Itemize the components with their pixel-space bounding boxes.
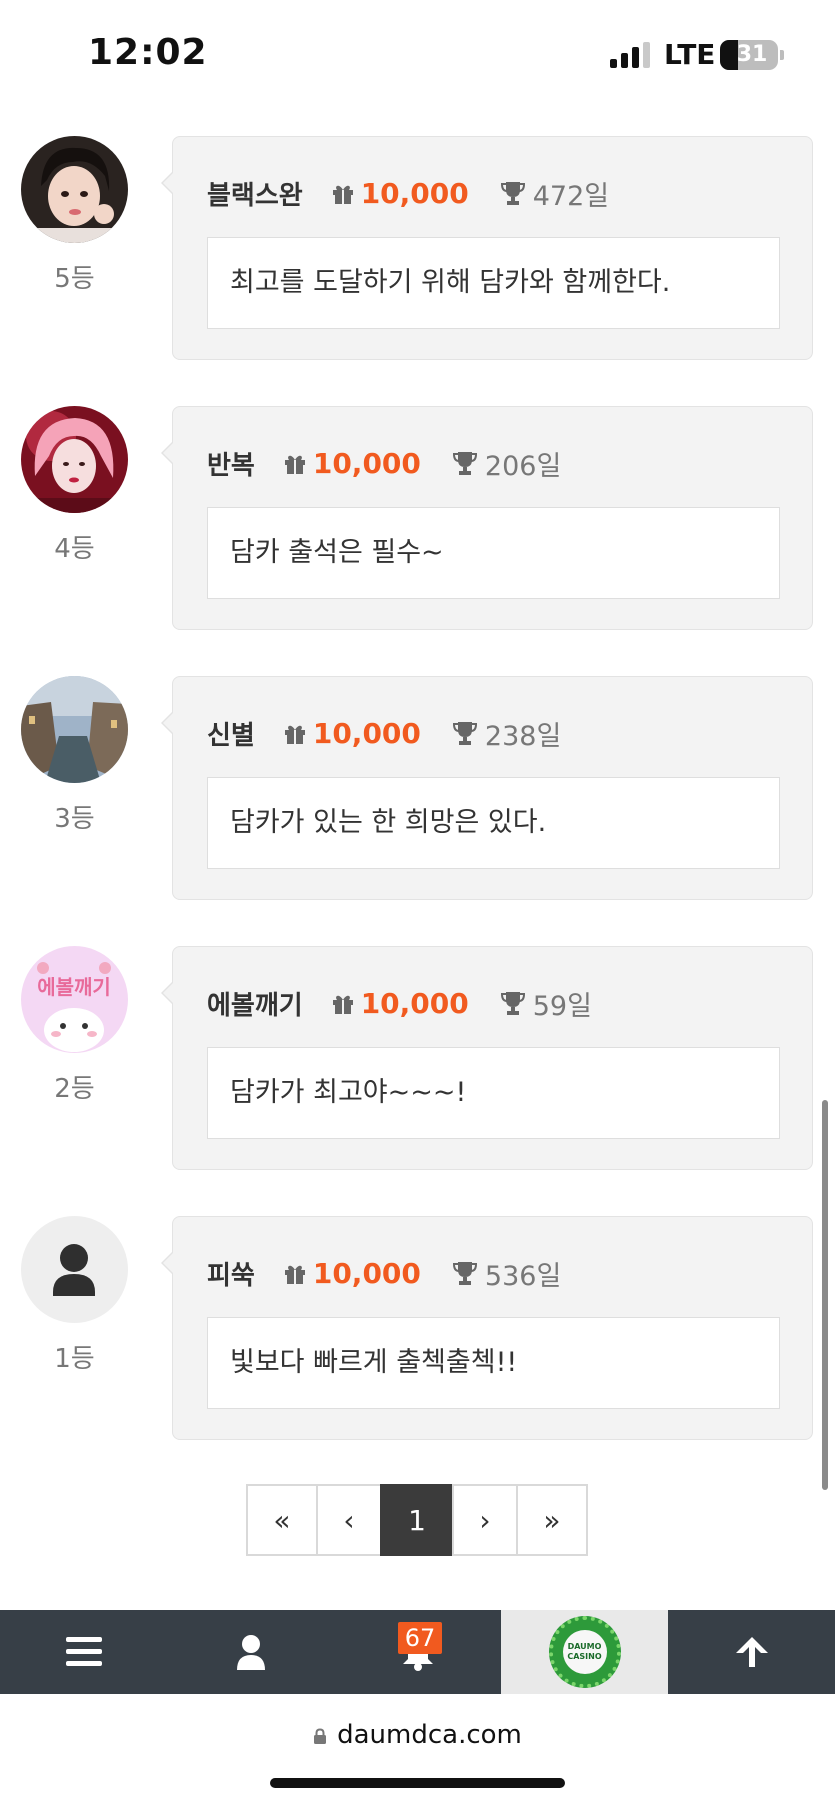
points-value: 10,000 bbox=[360, 176, 469, 210]
notification-badge: 67 bbox=[398, 1622, 442, 1654]
days-count: 206일 bbox=[484, 450, 562, 482]
url-display[interactable]: daumdca.com bbox=[0, 1720, 835, 1750]
days-count: 238일 bbox=[484, 720, 562, 752]
rank-label: 5등 bbox=[54, 264, 95, 294]
current-page-button[interactable]: 1 bbox=[380, 1484, 454, 1556]
gift-icon bbox=[332, 995, 353, 1014]
comment-card: 블랙스완 10,000 472일 최고를 도달하기 위해 담카와 함께한다. bbox=[161, 136, 813, 360]
rank-label: 1등 bbox=[54, 1344, 95, 1374]
entry-meta: 피쑥 10,000 536일 bbox=[207, 1253, 561, 1293]
gift-icon bbox=[284, 725, 305, 744]
network-label: LTE bbox=[664, 38, 716, 71]
entry-meta: 반복 10,000 206일 bbox=[207, 443, 561, 483]
gift-icon bbox=[284, 1265, 305, 1284]
nickname[interactable]: 블랙스완 bbox=[207, 175, 303, 212]
list-item: 5등 블랙스완 10,000 472일 최고를 도달하기 위해 담카와 함께한다… bbox=[0, 130, 835, 360]
rank-label: 4등 bbox=[54, 534, 95, 564]
pagination: « ‹ 1 › » bbox=[246, 1484, 588, 1556]
lock-icon bbox=[314, 1728, 327, 1744]
logo-text-line-2: CASINO bbox=[567, 1652, 602, 1661]
entry-meta: 에볼깨기 10,000 59일 bbox=[207, 983, 592, 1023]
trophy-icon bbox=[500, 992, 525, 1015]
nickname[interactable]: 피쑥 bbox=[207, 1255, 255, 1292]
status-time: 12:02 bbox=[88, 32, 208, 73]
points-value: 10,000 bbox=[312, 1256, 421, 1290]
days-count: 59일 bbox=[532, 990, 592, 1022]
last-page-button[interactable]: » bbox=[516, 1484, 588, 1556]
next-page-button[interactable]: › bbox=[452, 1484, 518, 1556]
gift-icon bbox=[284, 455, 305, 474]
list-item: 3등 신별 10,000 238일 담카가 있는 한 희망은 있다. bbox=[0, 670, 835, 900]
entry-meta: 신별 10,000 238일 bbox=[207, 713, 561, 753]
scroll-top-button[interactable] bbox=[668, 1610, 835, 1694]
trophy-icon bbox=[500, 182, 525, 205]
comment-card: 에볼깨기 10,000 59일 담카가 최고야~~~! bbox=[161, 946, 813, 1170]
days-count: 472일 bbox=[532, 180, 610, 212]
url-text: daumdca.com bbox=[337, 1720, 522, 1750]
profile-button[interactable] bbox=[167, 1610, 334, 1694]
user-icon bbox=[236, 1635, 265, 1670]
menu-button[interactable] bbox=[0, 1610, 167, 1694]
points-value: 10,000 bbox=[312, 446, 421, 480]
home-indicator[interactable] bbox=[270, 1778, 565, 1788]
comment-card: 반복 10,000 206일 담카 출석은 필수~ bbox=[161, 406, 813, 630]
home-logo-button[interactable]: DAUMO CASINO bbox=[501, 1610, 668, 1694]
nickname[interactable]: 신별 bbox=[207, 715, 255, 752]
comment-message: 최고를 도달하기 위해 담카와 함께한다. bbox=[207, 237, 780, 329]
menu-icon bbox=[65, 1637, 102, 1666]
list-item: 4등 반복 10,000 206일 담카 출석은 필수~ bbox=[0, 400, 835, 630]
comment-message: 담카가 최고야~~~! bbox=[207, 1047, 780, 1139]
avatar[interactable]: 에볼깨기 bbox=[21, 946, 128, 1053]
user-icon bbox=[60, 1244, 88, 1272]
logo-text-line-1: DAUMO bbox=[567, 1642, 602, 1651]
trophy-icon bbox=[452, 722, 477, 745]
status-bar: 12:02 LTE 31 bbox=[0, 0, 835, 110]
battery-level: 31 bbox=[736, 42, 768, 67]
avatar[interactable] bbox=[21, 136, 128, 243]
first-page-button[interactable]: « bbox=[246, 1484, 318, 1556]
comment-card: 피쑥 10,000 536일 빛보다 빠르게 출첵출첵!! bbox=[161, 1216, 813, 1440]
avatar[interactable] bbox=[21, 406, 128, 513]
entry-meta: 블랙스완 10,000 472일 bbox=[207, 173, 609, 213]
comment-card: 신별 10,000 238일 담카가 있는 한 희망은 있다. bbox=[161, 676, 813, 900]
avatar[interactable] bbox=[21, 1216, 128, 1323]
trophy-icon bbox=[452, 452, 477, 475]
comment-message: 담카 출석은 필수~ bbox=[207, 507, 780, 599]
points-value: 10,000 bbox=[312, 716, 421, 750]
prev-page-button[interactable]: ‹ bbox=[316, 1484, 382, 1556]
signal-icon bbox=[610, 42, 654, 68]
days-count: 536일 bbox=[484, 1260, 562, 1292]
rank-label: 2등 bbox=[54, 1074, 95, 1104]
nickname[interactable]: 반복 bbox=[207, 445, 255, 482]
battery-icon: 31 bbox=[720, 40, 778, 70]
trophy-icon bbox=[452, 1262, 477, 1285]
comment-message: 빛보다 빠르게 출첵출첵!! bbox=[207, 1317, 780, 1409]
rank-label: 3등 bbox=[54, 804, 95, 834]
gift-icon bbox=[332, 185, 353, 204]
arrow-up-icon bbox=[735, 1637, 768, 1667]
scrollbar[interactable] bbox=[822, 1100, 828, 1490]
points-value: 10,000 bbox=[360, 986, 469, 1020]
browser-address-bar[interactable]: daumdca.com bbox=[0, 1694, 835, 1807]
list-item: 에볼깨기 2등 에볼깨기 10,000 59일 담카가 최고야~~~! bbox=[0, 940, 835, 1170]
avatar[interactable] bbox=[21, 676, 128, 783]
casino-logo: DAUMO CASINO bbox=[548, 1616, 621, 1688]
list-item: 1등 피쑥 10,000 536일 빛보다 빠르게 출첵출첵!! bbox=[0, 1210, 835, 1440]
avatar-text: 에볼깨기 bbox=[37, 975, 111, 999]
comment-message: 담카가 있는 한 희망은 있다. bbox=[207, 777, 780, 869]
nickname[interactable]: 에볼깨기 bbox=[207, 985, 303, 1022]
